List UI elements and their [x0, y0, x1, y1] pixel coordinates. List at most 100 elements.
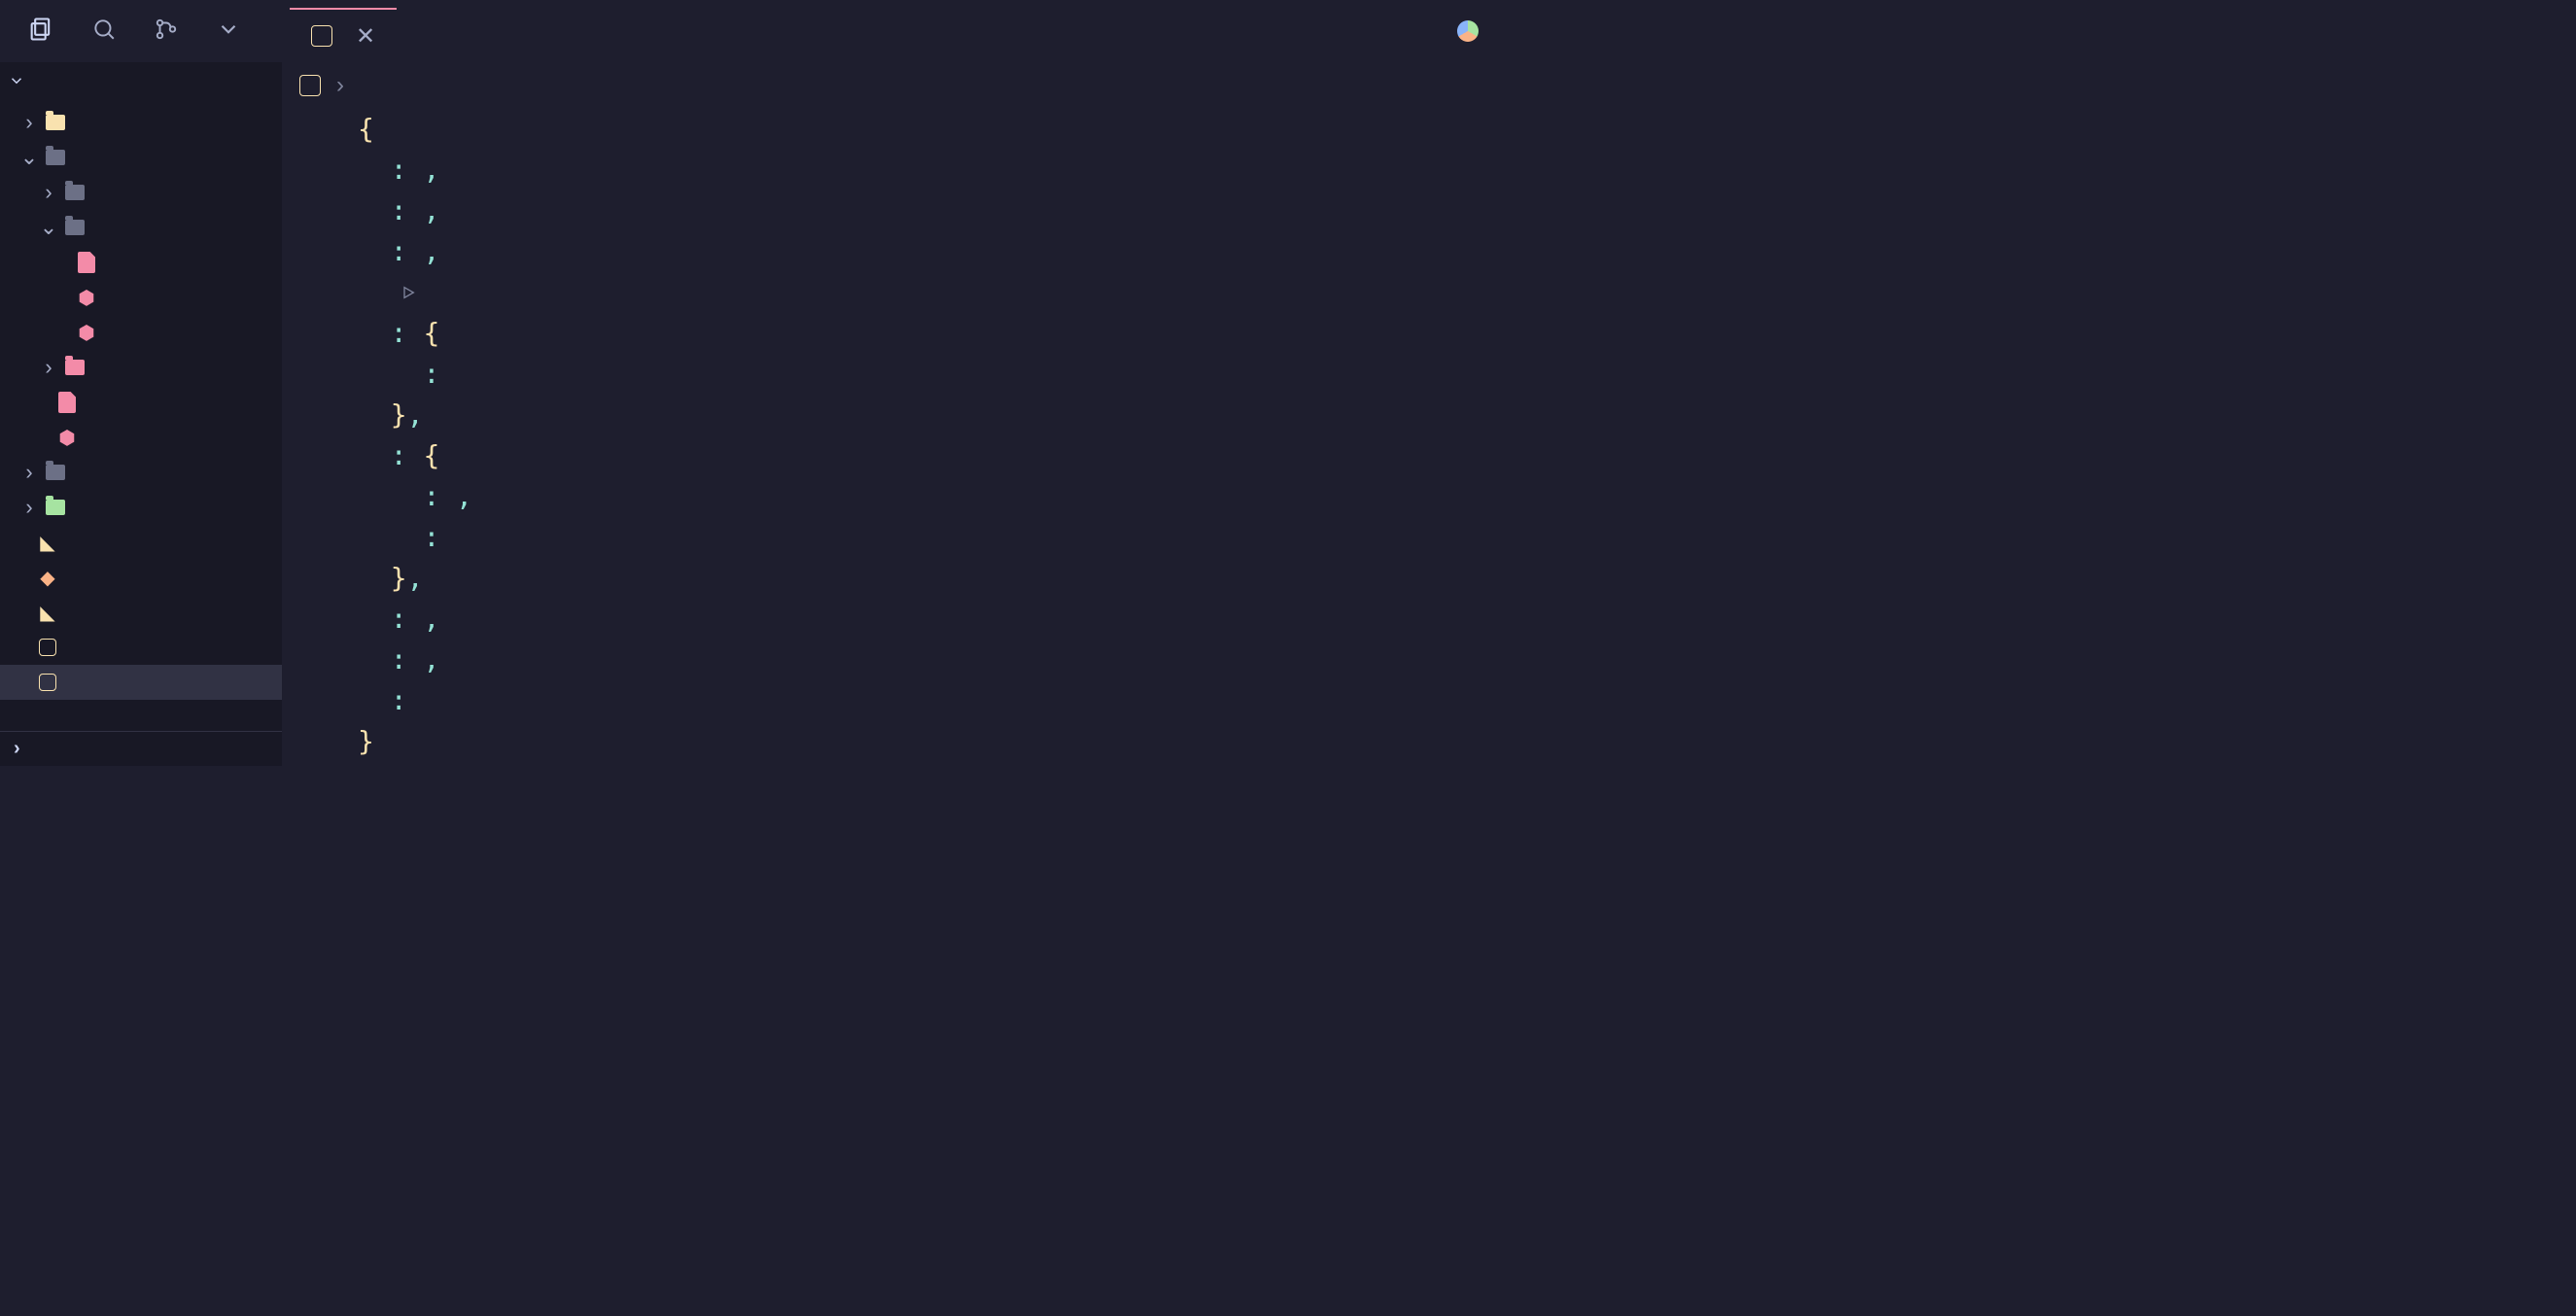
code-line	[358, 762, 1502, 766]
line-number	[282, 762, 338, 766]
tree-folder-schema[interactable]: ›	[0, 350, 282, 385]
code-line: : ,	[358, 599, 1502, 640]
line-number	[282, 231, 338, 272]
tree-file-gitignore[interactable]: ◆	[0, 560, 282, 595]
debug-lens-gutter	[282, 272, 338, 313]
tree-file-connector-yaml[interactable]	[0, 245, 282, 280]
code-line: :	[358, 680, 1502, 721]
folder-icon	[45, 465, 66, 480]
tree-folder-dataconnect[interactable]: ⌄	[0, 140, 282, 175]
folder-icon	[45, 500, 66, 515]
json-file-icon	[37, 674, 58, 691]
line-number	[282, 558, 338, 599]
code-line: : ,	[358, 150, 1502, 190]
line-number	[282, 354, 338, 395]
main-area: › ⌄ › ⌄	[0, 62, 1502, 766]
explorer-sidebar: › ⌄ › ⌄	[0, 62, 282, 766]
folder-icon	[64, 185, 86, 200]
code-line: }	[358, 721, 1502, 762]
breadcrumb-separator: ›	[336, 72, 344, 99]
line-number	[282, 395, 338, 435]
chevron-right-icon: ›	[21, 110, 37, 135]
graphql-icon: ⬢	[76, 321, 97, 345]
tree-file-firebase-json[interactable]: ◣	[0, 595, 282, 630]
graphql-icon: ⬢	[56, 426, 78, 450]
graphql-icon: ⬢	[76, 286, 97, 310]
folder-icon	[45, 115, 66, 130]
close-icon[interactable]: ✕	[356, 22, 375, 51]
code-line: {	[358, 109, 1502, 150]
activity-icons	[0, 16, 241, 48]
chevron-down-icon	[8, 72, 25, 95]
project-header[interactable]	[0, 62, 282, 105]
chevron-right-icon: ›	[21, 495, 37, 520]
yaml-file-icon	[56, 392, 78, 413]
status-indicator[interactable]	[1457, 20, 1479, 42]
chevron-right-icon: ›	[14, 738, 20, 760]
line-numbers	[282, 109, 358, 766]
play-icon	[400, 285, 416, 300]
line-number	[282, 313, 338, 354]
chevron-down-icon: ⌄	[21, 145, 37, 170]
debug-codelens[interactable]	[358, 272, 1502, 313]
chevron-right-icon: ›	[41, 180, 56, 205]
chevron-right-icon: ›	[21, 460, 37, 485]
code-line: :	[358, 517, 1502, 558]
line-number	[282, 435, 338, 476]
code-line: },	[358, 558, 1502, 599]
search-icon[interactable]	[91, 17, 117, 47]
line-number	[282, 680, 338, 721]
tab-package-json[interactable]: ✕	[290, 8, 397, 62]
breadcrumb[interactable]: ›	[282, 62, 1502, 109]
firebase-icon: ◣	[37, 601, 58, 625]
editor-pane: ›	[282, 62, 1502, 766]
line-number	[282, 640, 338, 680]
tree-file-movie-insert-gql[interactable]: ⬢	[0, 420, 282, 455]
line-number	[282, 721, 338, 762]
line-number	[282, 476, 338, 517]
tree-folder-connector[interactable]: ⌄	[0, 210, 282, 245]
chevron-right-icon: ›	[41, 355, 56, 380]
chevron-down-icon: ⌄	[41, 215, 56, 240]
line-number	[282, 150, 338, 190]
tree-folder-firebase[interactable]: ›	[0, 105, 282, 140]
outline-section[interactable]: ›	[0, 731, 282, 766]
tree-folder-dotdataconnect[interactable]: ›	[0, 175, 282, 210]
pie-chart-icon	[1457, 20, 1479, 42]
tree-file-firebaserc[interactable]: ◣	[0, 525, 282, 560]
code-body[interactable]: { : , : , : , : { : }, : { : , : }, : ,	[358, 109, 1502, 766]
yaml-file-icon	[76, 252, 97, 273]
code-line: : ,	[358, 476, 1502, 517]
json-file-icon	[37, 639, 58, 656]
code-editor[interactable]: { : , : , : , : { : }, : { : , : }, : ,	[282, 109, 1502, 766]
files-icon[interactable]	[27, 16, 54, 48]
tree-file-package-lock-json[interactable]	[0, 630, 282, 665]
line-number	[282, 517, 338, 558]
code-line: },	[358, 395, 1502, 435]
line-number	[282, 109, 338, 150]
code-line: : {	[358, 435, 1502, 476]
code-line: : {	[358, 313, 1502, 354]
title-bar: ✕	[0, 0, 1502, 62]
chevron-down-icon[interactable]	[216, 17, 241, 47]
line-number	[282, 190, 338, 231]
code-line: : ,	[358, 231, 1502, 272]
tree-folder-node-modules[interactable]: ›	[0, 490, 282, 525]
file-tree: › ⌄ › ⌄	[0, 105, 282, 731]
tree-file-queries-gql[interactable]: ⬢	[0, 315, 282, 350]
code-line: :	[358, 354, 1502, 395]
tree-file-dataconnect-yaml[interactable]	[0, 385, 282, 420]
folder-icon	[45, 150, 66, 165]
code-line: : ,	[358, 640, 1502, 680]
git-icon: ◆	[37, 566, 58, 590]
source-control-icon[interactable]	[154, 17, 179, 47]
folder-icon	[64, 360, 86, 375]
code-line: : ,	[358, 190, 1502, 231]
tab-bar: ✕	[290, 0, 397, 62]
tree-file-package-json[interactable]	[0, 665, 282, 700]
folder-icon	[64, 220, 86, 235]
json-file-icon	[311, 25, 332, 47]
tree-folder-movies-generated[interactable]: ›	[0, 455, 282, 490]
json-file-icon	[299, 75, 321, 96]
tree-file-mutations-gql[interactable]: ⬢	[0, 280, 282, 315]
